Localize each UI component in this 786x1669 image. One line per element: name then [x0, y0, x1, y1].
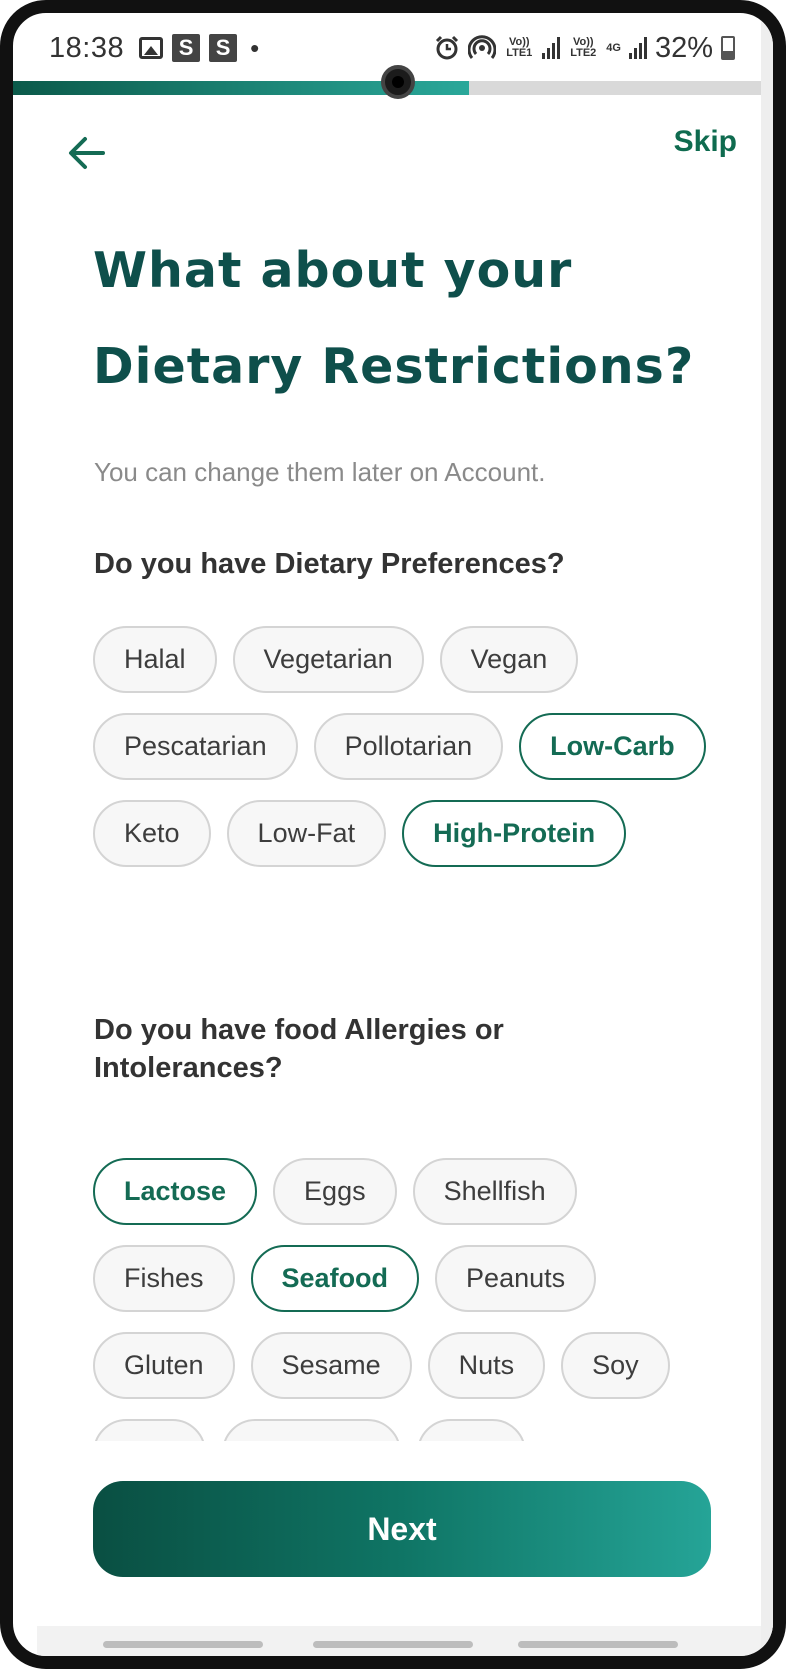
chip-pescatarian[interactable]: Pescatarian [93, 713, 298, 780]
chip-fishes[interactable]: Fishes [93, 1245, 235, 1312]
status-time: 18:38 [49, 31, 125, 64]
s-icon: S [172, 34, 201, 62]
chip-c[interactable]: C… [417, 1419, 526, 1441]
sim2-label: Vo)) LTE2 [570, 36, 597, 59]
signal-bars-icon [542, 37, 561, 59]
next-button[interactable]: Next [93, 1481, 711, 1577]
chip-low-carb[interactable]: Low-Carb [519, 713, 706, 780]
chip-lactose[interactable]: Lactose [93, 1158, 258, 1225]
status-left: 18:38 S S • [49, 32, 259, 65]
chip-gluten[interactable]: Gluten [93, 1332, 235, 1399]
nav-gesture-bar [313, 1641, 473, 1648]
alarm-icon [436, 35, 459, 60]
arrow-left-icon [69, 137, 105, 169]
network-type: 4G [606, 41, 621, 54]
chip-vegan[interactable]: Vegan [439, 626, 579, 693]
battery-icon [721, 36, 735, 60]
page-subtitle: You can change them later on Account. [94, 457, 546, 487]
chip-low-fat[interactable]: Low-Fat [226, 800, 387, 867]
chip-high-protein[interactable]: High-Protein [402, 800, 627, 867]
preferences-chip-group: Halal Vegetarian Vegan Pescatarian Pollotari… [93, 626, 733, 867]
battery-percent: 32% [654, 31, 713, 64]
chip-seafood[interactable]: Seafood [250, 1245, 420, 1312]
allergies-scroll-area[interactable]: Lactose Eggs Shellfish Fishes Seafood Peanuts… [13, 1158, 773, 1441]
chip-pi[interactable]: Pi… [93, 1419, 207, 1441]
chip-keto[interactable]: Keto [93, 800, 211, 867]
s-icon: S [209, 34, 238, 62]
skip-button[interactable]: Skip [674, 125, 737, 159]
page-title-line1: What about your [93, 242, 573, 299]
preferences-heading: Do you have Dietary Preferences? [94, 548, 565, 580]
back-button[interactable] [65, 131, 109, 175]
signal-bars-icon [628, 37, 647, 59]
nav-gesture-bar [518, 1641, 678, 1648]
chip-peanuts[interactable]: Peanuts [435, 1245, 597, 1312]
image-icon [139, 37, 164, 59]
chip-pollotarian[interactable]: Pollotarian [313, 713, 504, 780]
camera-cutout [381, 65, 415, 99]
chip-eggs[interactable]: Eggs [273, 1158, 397, 1225]
chip-nuts[interactable]: Nuts [427, 1332, 546, 1399]
nav-gesture-bar [103, 1641, 263, 1648]
notification-dot: • [250, 32, 260, 63]
chip-soy[interactable]: Soy [561, 1332, 670, 1399]
allergies-chip-group: Lactose Eggs Shellfish Fishes Seafood Peanuts… [93, 1158, 733, 1441]
chip-vegetarian[interactable]: Vegetarian [232, 626, 424, 693]
page-title: What about your Dietary Restrictions? [93, 223, 753, 415]
chip-red-meat[interactable]: Red Meat [222, 1419, 402, 1441]
chip-sesame[interactable]: Sesame [250, 1332, 412, 1399]
status-right: Vo)) LTE1 Vo)) LTE2 4G 32% [434, 32, 735, 65]
allergies-heading: Do you have food Allergies or Intoleranc… [94, 1014, 504, 1084]
phone-frame: 18:38 S S • Vo)) LTE1 Vo)) LTE2 4G 32% S… [0, 0, 786, 1669]
sim1-label: Vo)) LTE1 [506, 36, 533, 59]
page-title-line2: Dietary Restrictions? [93, 338, 695, 395]
frame-edge [761, 13, 773, 1656]
hotspot-icon [468, 35, 497, 59]
chip-shellfish[interactable]: Shellfish [412, 1158, 577, 1225]
chip-halal[interactable]: Halal [93, 626, 217, 693]
